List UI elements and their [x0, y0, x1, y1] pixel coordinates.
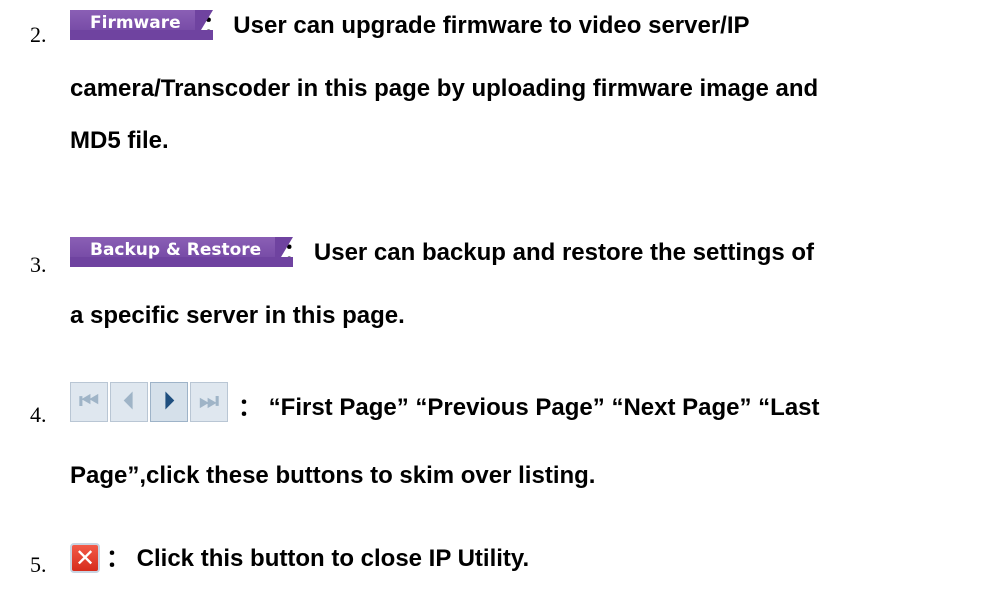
last-page-icon[interactable]: ⏭ — [190, 382, 228, 422]
previous-page-icon[interactable]: ⏴ — [110, 382, 148, 422]
item-text: Page”,click these buttons to skim over l… — [70, 462, 596, 489]
item-text: ： User can backup and restore the settin… — [283, 239, 815, 266]
item-number: 2. — [30, 22, 47, 47]
first-page-icon[interactable]: ⏮ — [70, 382, 108, 422]
item-line: ⏮ ⏴ ⏵ ⏭ ： “First Page” “Previous Page” “Nex… — [70, 382, 820, 422]
firmware-tab-label: Firmware — [90, 13, 181, 33]
item-number: 4. — [30, 402, 47, 427]
item-line: ✕： Click this button to close IP Utility… — [70, 538, 529, 573]
item-line: Firmware ： User can upgrade firmware to v… — [70, 5, 750, 40]
firmware-tab-button[interactable]: Firmware — [70, 10, 213, 40]
next-page-icon[interactable]: ⏵ — [150, 382, 188, 422]
close-icon[interactable]: ✕ — [70, 543, 100, 573]
item-text: ： “First Page” “Previous Page” “Next Pag… — [238, 394, 820, 421]
item-text: ： User can upgrade firmware to video ser… — [202, 12, 750, 39]
item-text: camera/Transcoder in this page by upload… — [70, 75, 819, 102]
item-text: MD5 file. — [70, 127, 169, 154]
item-number: 5. — [30, 552, 47, 577]
item-text: ： Click this button to close IP Utility. — [106, 545, 530, 572]
pagination-buttons: ⏮ ⏴ ⏵ ⏭ — [70, 382, 230, 422]
backup-restore-tab-button[interactable]: Backup & Restore — [70, 237, 294, 267]
item-line: Backup & Restore ： User can backup and re… — [70, 232, 814, 267]
item-number: 3. — [30, 252, 47, 277]
item-text: a specific server in this page. — [70, 302, 405, 329]
backup-restore-tab-label: Backup & Restore — [90, 240, 262, 260]
